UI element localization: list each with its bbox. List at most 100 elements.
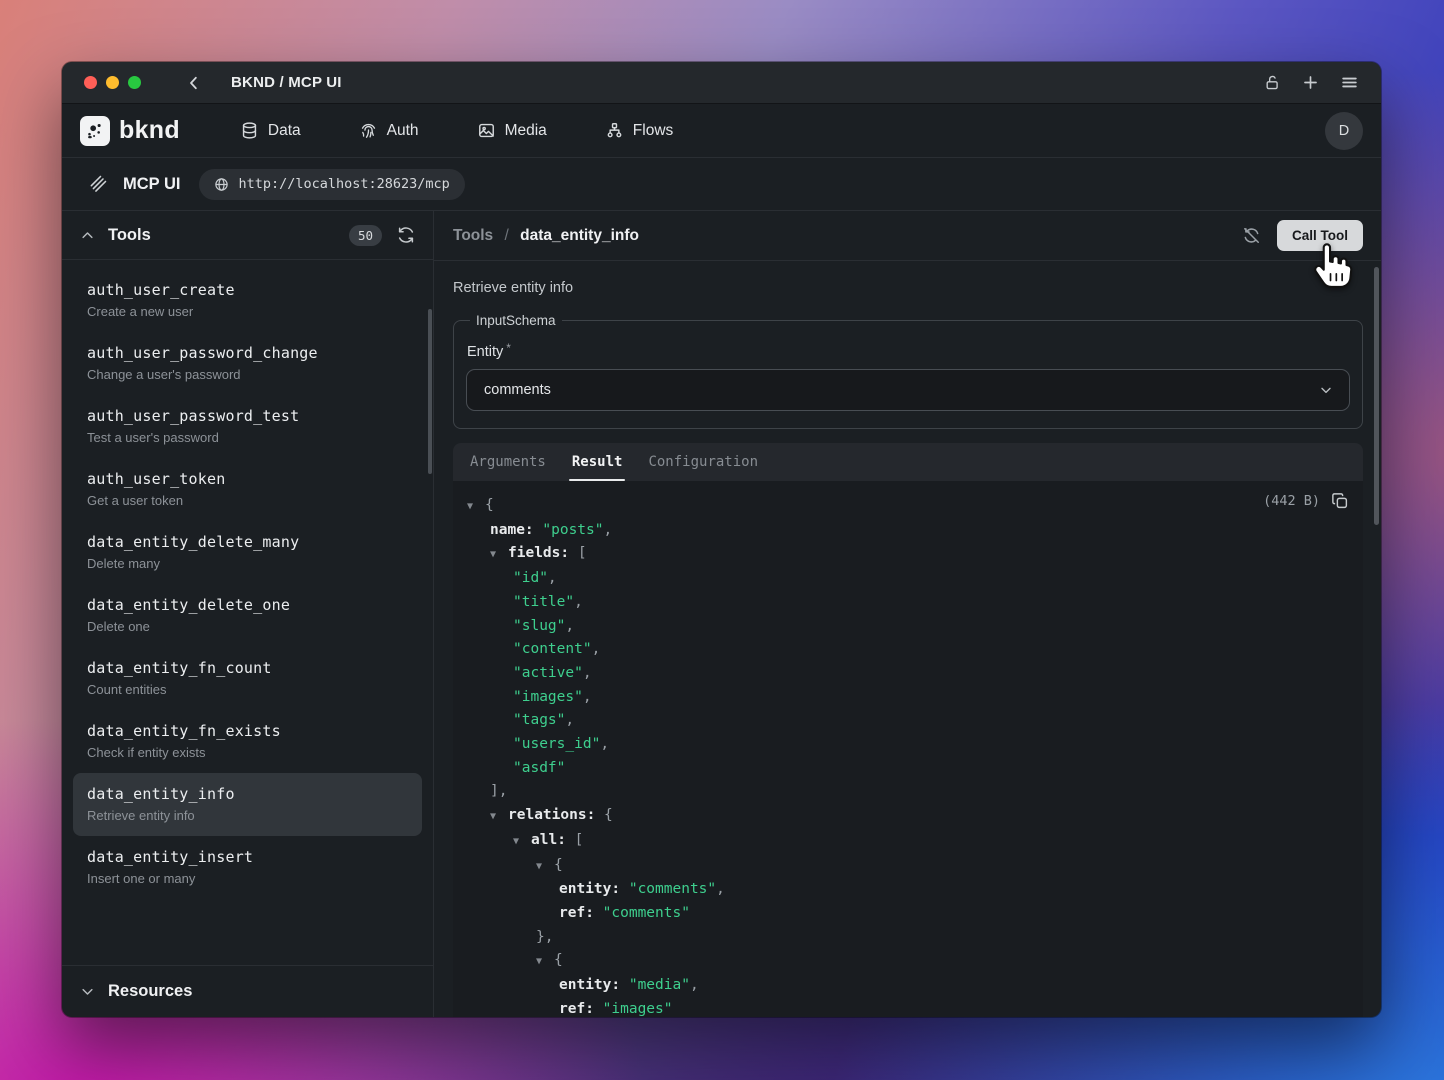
tool-list-item[interactable]: data_entity_insert Insert one or many — [73, 836, 422, 899]
json-token-str: "active" — [513, 665, 583, 681]
json-token-punct: }, — [536, 929, 553, 945]
json-line: ref: "comments" — [467, 902, 1363, 926]
tool-description: Test a user's password — [87, 430, 408, 445]
mcp-title: MCP UI — [123, 175, 180, 194]
tools-section-header[interactable]: Tools 50 — [62, 211, 433, 260]
required-mark: * — [506, 341, 511, 355]
tool-list-item[interactable]: data_entity_fn_countCount entities — [73, 647, 422, 710]
chevron-up-icon — [80, 228, 95, 243]
collapse-arrow-icon[interactable]: ▼ — [536, 855, 554, 879]
tool-description: Retrieve entity info — [453, 280, 1363, 296]
nav-item-flows[interactable]: Flows — [605, 121, 673, 140]
breadcrumb-section[interactable]: Tools — [453, 227, 493, 244]
call-tool-button[interactable]: Call Tool — [1277, 220, 1363, 251]
input-schema-fieldset: InputSchema Entity* comments — [453, 313, 1363, 429]
json-token-key: fields: — [508, 545, 578, 561]
json-line: "images", — [467, 686, 1363, 710]
result-card: Arguments Result Configuration (442 B) ▼… — [453, 443, 1363, 1017]
collapse-arrow-icon[interactable]: ▼ — [490, 805, 508, 829]
new-tab-button[interactable] — [1301, 73, 1320, 92]
lock-open-icon[interactable] — [1264, 74, 1281, 91]
nav-item-auth[interactable]: Auth — [359, 121, 419, 140]
collapse-arrow-icon[interactable]: ▼ — [536, 950, 554, 974]
chevron-down-icon — [80, 984, 95, 999]
resources-section-header[interactable]: Resources — [62, 965, 433, 1017]
nav-item-media[interactable]: Media — [477, 121, 547, 140]
close-button[interactable] — [84, 76, 97, 89]
fingerprint-icon — [359, 121, 378, 140]
tool-detail-body: Retrieve entity info InputSchema Entity*… — [434, 261, 1381, 1017]
nav-item-label: Media — [505, 122, 547, 140]
workflow-icon — [605, 121, 624, 140]
app-window: BKND / MCP UI bknd Data — [62, 62, 1381, 1017]
minimize-button[interactable] — [106, 76, 119, 89]
json-token-punct: , — [604, 522, 613, 538]
brand-logo[interactable]: bknd — [80, 116, 180, 146]
tool-description: Change a user's password — [87, 367, 408, 382]
tools-count-badge: 50 — [349, 225, 382, 246]
maximize-button[interactable] — [128, 76, 141, 89]
tool-list-item[interactable]: data_entity_infoRetrieve entity info — [73, 773, 422, 836]
tab-strip: Arguments Result Configuration — [453, 443, 1363, 481]
collapse-arrow-icon[interactable]: ▼ — [513, 830, 531, 854]
user-avatar[interactable]: D — [1325, 112, 1363, 150]
json-token-str: "comments" — [603, 905, 690, 921]
json-token-str: "tags" — [513, 712, 565, 728]
refresh-tools-button[interactable] — [397, 226, 415, 244]
entity-select[interactable]: comments — [466, 369, 1350, 411]
collapse-arrow-icon[interactable]: ▼ — [490, 543, 508, 567]
tool-list-item[interactable]: data_entity_delete_oneDelete one — [73, 584, 422, 647]
collapse-arrow-icon[interactable]: ▼ — [467, 495, 485, 519]
json-line: "users_id", — [467, 733, 1363, 757]
json-line: ▼{ — [467, 949, 1363, 974]
bknd-logo-icon — [80, 116, 110, 146]
json-line: ▼relations: { — [467, 804, 1363, 829]
json-line: ▼fields: [ — [467, 542, 1363, 567]
tool-list-item[interactable]: auth_user_password_changeChange a user's… — [73, 332, 422, 395]
nav-item-data[interactable]: Data — [240, 121, 301, 140]
tool-name: data_entity_insert — [87, 848, 408, 866]
copy-icon[interactable] — [1331, 492, 1349, 510]
tab-result[interactable]: Result — [559, 443, 636, 481]
tool-list-item[interactable]: data_entity_delete_manyDelete many — [73, 521, 422, 584]
json-token-punct: , — [592, 641, 601, 657]
resources-header-label: Resources — [108, 982, 192, 1001]
main-scrollbar[interactable] — [1374, 267, 1379, 525]
json-line: "id", — [467, 567, 1363, 591]
tab-arguments[interactable]: Arguments — [457, 443, 559, 481]
json-token-str: "posts" — [542, 522, 603, 538]
tool-name: auth_user_create — [87, 281, 408, 299]
json-line: entity: "media", — [467, 974, 1363, 998]
entity-select-value: comments — [484, 382, 551, 398]
tool-name: auth_user_token — [87, 470, 408, 488]
json-line: "slug", — [467, 615, 1363, 639]
json-viewer: ▼{name: "posts",▼fields: ["id","title","… — [453, 481, 1363, 1017]
tool-list-item[interactable]: auth_user_tokenGet a user token — [73, 458, 422, 521]
json-line: ▼all: [ — [467, 829, 1363, 854]
json-line: "tags", — [467, 709, 1363, 733]
json-line: ▼{ — [467, 854, 1363, 879]
tool-description: Insert one or many — [87, 871, 408, 886]
json-token-str: "id" — [513, 570, 548, 586]
result-area: (442 B) ▼{name: "posts",▼fields: ["id","… — [453, 481, 1363, 1017]
json-token-punct: , — [565, 618, 574, 634]
json-token-key: ref: — [559, 905, 603, 921]
sidebar-scrollbar[interactable] — [428, 309, 432, 474]
json-line: "asdf" — [467, 757, 1363, 781]
menu-button[interactable] — [1340, 73, 1359, 92]
json-token-punct: , — [574, 594, 583, 610]
breadcrumb-separator: / — [505, 227, 509, 244]
json-token-str: "title" — [513, 594, 574, 610]
tool-list-item[interactable]: data_entity_fn_existsCheck if entity exi… — [73, 710, 422, 773]
tool-list-item[interactable]: auth_user_createCreate a new user — [73, 269, 422, 332]
tab-configuration[interactable]: Configuration — [635, 443, 771, 481]
back-button[interactable] — [185, 74, 203, 92]
json-line: }, — [467, 926, 1363, 950]
json-line: entity: "comments", — [467, 878, 1363, 902]
chevron-left-icon — [185, 74, 203, 92]
tool-list-item[interactable]: auth_user_password_testTest a user's pas… — [73, 395, 422, 458]
auto-refresh-off-icon[interactable] — [1242, 226, 1261, 245]
server-url-pill[interactable]: http://localhost:28623/mcp — [199, 169, 464, 200]
nav-items: Data Auth Media Flows — [240, 121, 673, 140]
input-schema-legend: InputSchema — [470, 313, 562, 328]
